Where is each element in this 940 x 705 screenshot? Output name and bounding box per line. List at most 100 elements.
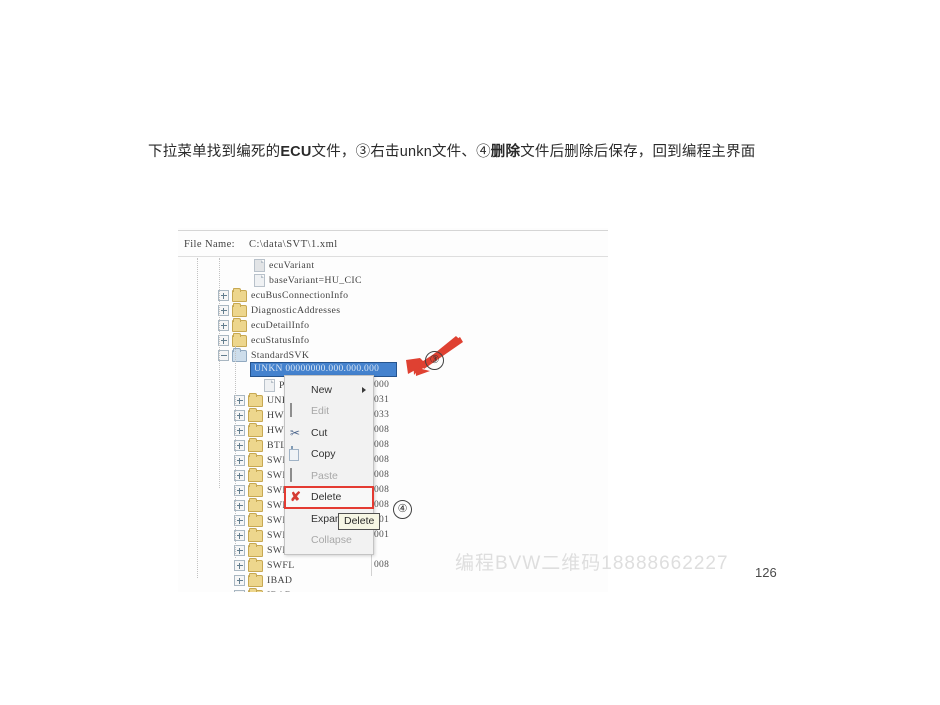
version-number-cell: 008 bbox=[374, 455, 390, 465]
menu-item-label: Collapse bbox=[311, 534, 352, 547]
tree-row[interactable]: HWEL bbox=[178, 422, 608, 438]
version-number-cell: 008 bbox=[374, 485, 390, 495]
tree-row[interactable]: baseVariant=HU_CIC bbox=[178, 273, 608, 288]
tree-node-label: IBAD bbox=[267, 575, 293, 586]
tree-guide-level1 bbox=[219, 258, 220, 488]
document-icon bbox=[264, 379, 275, 392]
tree-row[interactable]: ecuBusConnectionInfo bbox=[178, 287, 608, 303]
delete-icon: ✘ bbox=[290, 489, 301, 505]
tree-node-label: ecuStatusInfo bbox=[251, 335, 310, 346]
tree-row[interactable]: ProgDepChecked=2 bbox=[178, 378, 608, 393]
tree-node-label: ecuVariant bbox=[269, 260, 315, 271]
annotation-step-3: ③ bbox=[425, 351, 444, 370]
tree-node-label: StandardSVK bbox=[251, 350, 310, 361]
version-number-cell: 000 bbox=[374, 380, 390, 390]
filebar-bottom-rule bbox=[178, 256, 608, 257]
edit-icon bbox=[290, 403, 304, 418]
folder-icon bbox=[248, 392, 263, 407]
version-number-cell: 008 bbox=[374, 560, 390, 570]
expand-plus-icon[interactable] bbox=[234, 575, 245, 586]
tree-row[interactable]: StandardSVK bbox=[178, 347, 608, 363]
tree-node-label: ecuDetailInfo bbox=[251, 320, 310, 331]
instruction-bold-delete: 删除 bbox=[490, 144, 521, 160]
tree-row[interactable]: HWEL bbox=[178, 407, 608, 423]
menu-item-edit: Edit bbox=[285, 401, 373, 423]
page-number: 126 bbox=[755, 565, 777, 580]
tree-row[interactable]: ecuStatusInfo bbox=[178, 332, 608, 348]
tree-row[interactable]: IBAD bbox=[178, 572, 608, 588]
file-name-label: File Name: bbox=[184, 238, 235, 250]
menu-item-copy[interactable]: Copy bbox=[285, 444, 373, 466]
tree-spacer-icon bbox=[240, 275, 251, 286]
version-number-cell: 008 bbox=[374, 500, 390, 510]
tree-guide-root bbox=[197, 258, 198, 578]
file-path-value[interactable]: C:\data\SVT\1.xml bbox=[249, 239, 338, 250]
tree-row[interactable]: SWFL bbox=[178, 467, 608, 483]
tree-row[interactable]: SWFL bbox=[178, 527, 608, 543]
folder-icon bbox=[248, 572, 263, 587]
submenu-chevron-icon bbox=[362, 386, 366, 393]
tree-node-label: DiagnosticAddresses bbox=[251, 305, 341, 316]
tree-row[interactable]: SWFL bbox=[178, 482, 608, 498]
tree-row[interactable]: ecuDetailInfo bbox=[178, 317, 608, 333]
folder-icon bbox=[232, 302, 247, 317]
expand-plus-icon[interactable] bbox=[234, 560, 245, 571]
tree-node-label: baseVariant=HU_CIC bbox=[269, 275, 362, 286]
copy-icon bbox=[290, 446, 304, 461]
embedded-screenshot: File Name: C:\data\SVT\1.xml ecuVariant b… bbox=[178, 228, 608, 592]
menu-item-label: New bbox=[311, 383, 333, 396]
tree-row[interactable]: ecuVariant bbox=[178, 258, 608, 273]
menu-item-delete[interactable]: ✘ Delete bbox=[284, 485, 374, 509]
page-watermark: 编程BVW二维码18888662227 bbox=[455, 553, 729, 574]
tree-node-label: SWFL bbox=[267, 560, 295, 571]
menu-item-label: Cut bbox=[311, 426, 328, 439]
tree-spacer-icon bbox=[240, 260, 251, 271]
folder-icon bbox=[248, 407, 263, 422]
folder-icon bbox=[248, 542, 263, 557]
folder-icon bbox=[248, 512, 263, 527]
paste-icon bbox=[290, 467, 304, 483]
folder-icon bbox=[232, 287, 247, 302]
delete-tooltip: Delete bbox=[338, 513, 381, 530]
window-top-rule bbox=[178, 230, 608, 231]
folder-icon bbox=[248, 422, 263, 437]
version-number-cell: 008 bbox=[374, 440, 390, 450]
tree-spacer-icon bbox=[250, 380, 261, 391]
folder-icon bbox=[248, 467, 263, 482]
document-icon bbox=[254, 274, 265, 287]
annotation-step-4: ④ bbox=[393, 500, 412, 519]
tree-row[interactable]: UNKN bbox=[178, 392, 608, 408]
menu-item-label: Edit bbox=[311, 405, 330, 418]
tree-row[interactable]: SWFL bbox=[178, 512, 608, 528]
folder-icon bbox=[232, 332, 247, 347]
folder-icon bbox=[248, 497, 263, 512]
menu-item-label: Delete bbox=[311, 491, 342, 504]
folder-icon bbox=[248, 437, 263, 452]
menu-item-collapse: Collapse bbox=[285, 530, 373, 552]
menu-item-cut[interactable]: ✂ Cut bbox=[285, 422, 373, 444]
instruction-paragraph: 下拉菜单找到编死的ECU文件，③右击unkn文件、④删除文件后删除后保存，回到编… bbox=[148, 140, 808, 164]
menu-item-label: Paste bbox=[311, 469, 338, 482]
version-number-column: 000 031 033 008 008 008 008 008 008 001 001 008 bbox=[374, 378, 389, 573]
folder-icon bbox=[248, 482, 263, 497]
version-number-cell bbox=[374, 543, 389, 558]
tree-node-label: ecuBusConnectionInfo bbox=[251, 290, 349, 301]
folder-icon bbox=[248, 527, 263, 542]
menu-item-new[interactable]: New bbox=[285, 379, 373, 401]
file-name-bar: File Name: C:\data\SVT\1.xml bbox=[178, 234, 608, 254]
menu-item-label: Copy bbox=[311, 448, 336, 461]
instruction-text-2: 文件，③右击unkn文件、④ bbox=[311, 144, 491, 160]
tree-row[interactable]: DiagnosticAddresses bbox=[178, 302, 608, 318]
tree-row[interactable]: SWFL bbox=[178, 452, 608, 468]
tree-row[interactable]: IBAD bbox=[178, 587, 608, 592]
tree-node-label: IBAD bbox=[267, 590, 292, 592]
version-number-cell: 008 bbox=[374, 470, 390, 480]
version-number-cell: 008 bbox=[374, 425, 390, 435]
document-icon bbox=[254, 259, 265, 272]
version-number-cell: 033 bbox=[374, 410, 390, 420]
tree-guide-level2 bbox=[235, 346, 236, 558]
folder-icon bbox=[232, 317, 247, 332]
expand-plus-icon[interactable] bbox=[234, 590, 245, 592]
svt-xml-tree[interactable]: ecuVariant baseVariant=HU_CIC ecuBusConnec… bbox=[178, 258, 608, 592]
tree-row[interactable]: BTLD bbox=[178, 437, 608, 453]
